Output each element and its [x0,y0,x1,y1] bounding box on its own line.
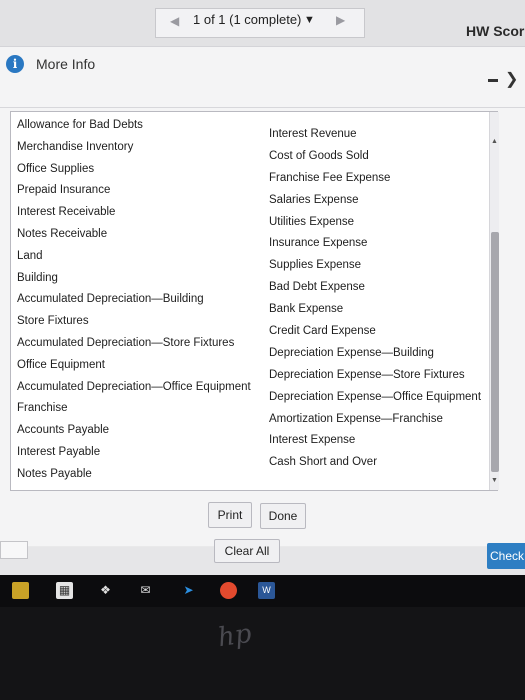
minimize-icon[interactable] [488,79,498,82]
account-item[interactable]: Building [17,268,251,290]
account-item[interactable]: Depreciation Expense—Building [269,343,481,365]
next-question-icon[interactable]: ▶ [336,13,345,27]
account-item[interactable]: Bank Expense [269,299,481,321]
account-item[interactable]: Accumulated Depreciation—Store Fixtures [17,333,251,355]
dialog-title: More Info [36,56,96,72]
account-item[interactable]: Store Fixtures [17,311,251,333]
hp-logo: hp [216,618,254,654]
account-item[interactable]: Supplies Expense [269,255,481,277]
dropbox-icon[interactable]: ❖ [97,582,114,599]
laptop-bezel: hp [0,607,525,700]
list-scrollbar[interactable]: ▲ ▼ [489,112,499,490]
account-item[interactable]: Bad Debt Expense [269,277,481,299]
account-item[interactable]: Prepaid Insurance [17,180,251,202]
scroll-up-icon[interactable]: ▲ [491,138,498,145]
hw-score-label: HW Scor [466,23,525,39]
media-player-icon[interactable]: ➤ [180,582,197,599]
account-item[interactable]: Allowance for Bad Debts [17,115,251,137]
account-item[interactable]: Cash Short and Over [269,452,481,474]
pager-label[interactable]: 1 of 1 (1 complete) [193,12,301,27]
account-item[interactable]: Merchandise Inventory [17,137,251,159]
info-icon: i [6,55,24,73]
account-item[interactable]: Office Equipment [17,355,251,377]
account-item[interactable]: Franchise [17,398,251,420]
more-info-dialog: i More Info ❯ Allowance for Bad Debts Mer… [0,46,525,546]
previous-question-icon[interactable]: ◀ [170,13,182,29]
account-item[interactable]: Accumulated Depreciation—Building [17,289,251,311]
account-item[interactable]: Salaries Expense [269,190,481,212]
account-item[interactable]: Land [17,246,251,268]
account-item[interactable]: Cost of Goods Sold [269,146,481,168]
right-accounts-column: Interest Revenue Cost of Goods Sold Franch… [269,124,481,474]
mail-icon[interactable]: ✉ [137,582,154,599]
clear-all-button[interactable]: Clear All [214,539,280,563]
expand-icon[interactable]: ❯ [505,69,518,89]
taskbar: ▦ ❖ ✉ ➤ W [0,575,525,607]
account-item[interactable]: Franchise Fee Expense [269,168,481,190]
file-explorer-icon[interactable] [12,582,29,599]
account-item[interactable]: Interest Revenue [269,124,481,146]
account-item[interactable]: Utilities Expense [269,212,481,234]
top-navigation-bar: ◀ 1 of 1 (1 complete) ▼ ▶ HW Scor [0,0,525,46]
dialog-divider [0,107,525,108]
chrome-icon[interactable] [220,582,237,599]
check-answer-button[interactable]: Check [487,543,525,569]
account-item[interactable]: Credit Card Expense [269,321,481,343]
print-button[interactable]: Print [208,502,252,528]
account-item[interactable]: Depreciation Expense—Store Fixtures [269,365,481,387]
account-item[interactable]: Notes Payable [17,464,251,486]
scroll-down-icon[interactable]: ▼ [491,477,498,484]
chart-of-accounts-list: Allowance for Bad Debts Merchandise Inven… [10,111,499,491]
screen: ◀ 1 of 1 (1 complete) ▼ ▶ HW Scor i More… [0,0,525,575]
left-accounts-column: Allowance for Bad Debts Merchandise Inven… [17,115,251,486]
done-button[interactable]: Done [260,503,306,529]
word-icon[interactable]: W [258,582,275,599]
account-item[interactable]: Interest Expense [269,430,481,452]
pager-dropdown-icon[interactable]: ▼ [304,14,315,26]
account-item[interactable]: Amortization Expense—Franchise [269,409,481,431]
answer-field[interactable] [0,541,28,559]
store-icon[interactable]: ▦ [56,582,73,599]
account-item[interactable]: Insurance Expense [269,233,481,255]
account-item[interactable]: Notes Receivable [17,224,251,246]
account-item[interactable]: Interest Payable [17,442,251,464]
account-item[interactable]: Accounts Payable [17,420,251,442]
account-item[interactable]: Office Supplies [17,159,251,181]
scroll-thumb[interactable] [491,232,499,472]
account-item[interactable]: Interest Receivable [17,202,251,224]
account-item[interactable]: Depreciation Expense—Office Equipment [269,387,481,409]
account-item[interactable]: Accumulated Depreciation—Office Equipmen… [17,377,251,399]
